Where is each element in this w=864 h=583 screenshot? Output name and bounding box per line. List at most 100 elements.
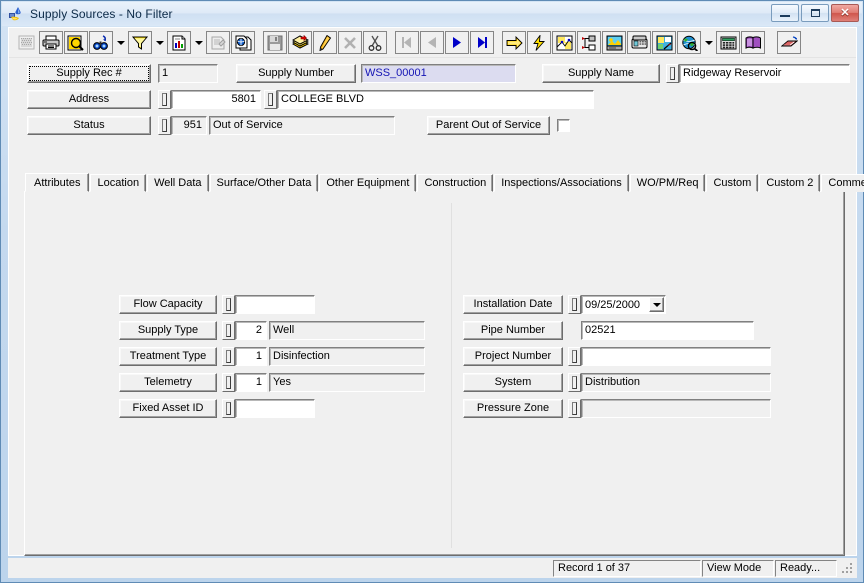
chevron-down-icon[interactable] <box>649 297 664 312</box>
resize-grip[interactable] <box>840 561 854 575</box>
fixed-asset-id-lookup-button[interactable] <box>222 399 235 418</box>
save-button[interactable] <box>263 31 287 54</box>
minimize-button[interactable] <box>771 4 799 22</box>
fixed-asset-id-label[interactable]: Fixed Asset ID <box>119 399 217 418</box>
project-number-input[interactable] <box>581 347 771 366</box>
tab-comments[interactable]: Comments <box>821 174 864 192</box>
telemetry-lookup-button[interactable] <box>222 373 235 392</box>
pressure-zone-lookup-button[interactable] <box>568 399 581 418</box>
copy-record-button[interactable] <box>231 31 255 54</box>
system-input[interactable]: Distribution <box>581 373 771 392</box>
project-number-label[interactable]: Project Number <box>463 347 563 366</box>
address-label[interactable]: Address <box>27 90 151 109</box>
globe-dropdown[interactable] <box>702 31 715 54</box>
exit-button[interactable] <box>777 31 801 54</box>
system-label[interactable]: System <box>463 373 563 392</box>
find-dropdown[interactable] <box>114 31 127 54</box>
goto-button[interactable] <box>502 31 526 54</box>
supply-type-value-input[interactable]: Well <box>269 321 425 340</box>
tab-wo-pm-req[interactable]: WO/PM/Req <box>629 174 706 192</box>
installation-date-lookup-button[interactable] <box>568 295 581 314</box>
installation-date-combo[interactable]: 09/25/2000 <box>581 295 666 314</box>
tab-other-equipment[interactable]: Other Equipment <box>319 174 417 192</box>
treatment-type-code-input[interactable]: 1 <box>235 347 267 366</box>
cut-button[interactable] <box>363 31 387 54</box>
tab-custom[interactable]: Custom <box>706 174 759 192</box>
treatment-type-lookup-button[interactable] <box>222 347 235 366</box>
title-bar[interactable]: Supply Sources - No Filter ✕ <box>2 2 862 26</box>
telemetry-row: Telemetry 1 Yes <box>119 373 425 392</box>
calculator-button[interactable] <box>716 31 740 54</box>
supply-number-input[interactable]: WSS_00001 <box>361 64 516 83</box>
treatment-type-value-input[interactable]: Disinfection <box>269 347 425 366</box>
address-street-input[interactable]: COLLEGE BLVD <box>277 90 594 109</box>
installation-date-label[interactable]: Installation Date <box>463 295 563 314</box>
pressure-zone-label[interactable]: Pressure Zone <box>463 399 563 418</box>
globe-search-button[interactable] <box>677 31 701 54</box>
report-dropdown[interactable] <box>192 31 205 54</box>
pressure-zone-input[interactable] <box>581 399 771 418</box>
next-record-button[interactable] <box>445 31 469 54</box>
address-number-lookup-button[interactable] <box>158 90 171 109</box>
hierarchy-button[interactable] <box>577 31 601 54</box>
flow-capacity-value-input[interactable] <box>235 295 315 314</box>
pipe-number-label[interactable]: Pipe Number <box>463 321 563 340</box>
supply-name-input[interactable]: Ridgeway Reservoir <box>679 64 850 83</box>
report-button[interactable] <box>167 31 191 54</box>
supply-number-label[interactable]: Supply Number <box>236 64 356 83</box>
previous-record-button[interactable] <box>420 31 444 54</box>
address-street-lookup-button[interactable] <box>264 90 277 109</box>
properties-button[interactable] <box>206 31 230 54</box>
find-button[interactable] <box>89 31 113 54</box>
tab-construction[interactable]: Construction <box>417 174 494 192</box>
help-book-button[interactable] <box>741 31 765 54</box>
parent-out-of-service-label[interactable]: Parent Out of Service <box>427 116 550 135</box>
telephone-button[interactable] <box>627 31 651 54</box>
close-button[interactable]: ✕ <box>831 4 859 22</box>
status-lookup-button[interactable] <box>158 116 171 135</box>
maximize-button[interactable] <box>801 4 829 22</box>
filter-button[interactable] <box>128 31 152 54</box>
first-record-button[interactable] <box>395 31 419 54</box>
parent-out-of-service-checkbox[interactable] <box>557 119 570 132</box>
supply-name-lookup-button[interactable] <box>666 64 679 83</box>
tab-inspections-associations[interactable]: Inspections/Associations <box>494 174 629 192</box>
tab-attributes[interactable]: Attributes <box>25 173 90 192</box>
status-code-input[interactable]: 951 <box>171 116 207 135</box>
status-text-input[interactable]: Out of Service <box>209 116 395 135</box>
edit-record-button[interactable] <box>313 31 337 54</box>
print-preview-button[interactable] <box>64 31 88 54</box>
project-number-lookup-button[interactable] <box>568 347 581 366</box>
flow-capacity-lookup-button[interactable] <box>222 295 235 314</box>
telemetry-value-input[interactable]: Yes <box>269 373 425 392</box>
quick-action-button[interactable] <box>527 31 551 54</box>
tab-surface-other-data[interactable]: Surface/Other Data <box>209 174 319 192</box>
new-record-button[interactable] <box>288 31 312 54</box>
grid-view-button[interactable] <box>14 31 38 54</box>
supply-rec-label[interactable]: Supply Rec # <box>27 64 151 83</box>
tab-location[interactable]: Location <box>90 174 147 192</box>
last-record-button[interactable] <box>470 31 494 54</box>
tab-custom-2[interactable]: Custom 2 <box>759 174 821 192</box>
treatment-type-label[interactable]: Treatment Type <box>119 347 217 366</box>
workstation-button[interactable] <box>602 31 626 54</box>
supply-rec-input[interactable]: 1 <box>158 64 218 83</box>
pipe-number-input[interactable]: 02521 <box>581 321 754 340</box>
supply-name-label[interactable]: Supply Name <box>542 64 660 83</box>
tab-well-data[interactable]: Well Data <box>147 174 209 192</box>
flow-capacity-label[interactable]: Flow Capacity <box>119 295 217 314</box>
fixed-asset-id-value-input[interactable] <box>235 399 315 418</box>
system-lookup-button[interactable] <box>568 373 581 392</box>
address-number-input[interactable]: 5801 <box>171 90 261 109</box>
delete-record-button[interactable] <box>338 31 362 54</box>
print-button[interactable] <box>39 31 63 54</box>
telemetry-code-input[interactable]: 1 <box>235 373 267 392</box>
gis-button[interactable] <box>652 31 676 54</box>
supply-type-label[interactable]: Supply Type <box>119 321 217 340</box>
status-label[interactable]: Status <box>27 116 151 135</box>
telemetry-label[interactable]: Telemetry <box>119 373 217 392</box>
filter-dropdown[interactable] <box>153 31 166 54</box>
map-view-button[interactable] <box>552 31 576 54</box>
supply-type-code-input[interactable]: 2 <box>235 321 267 340</box>
supply-type-lookup-button[interactable] <box>222 321 235 340</box>
